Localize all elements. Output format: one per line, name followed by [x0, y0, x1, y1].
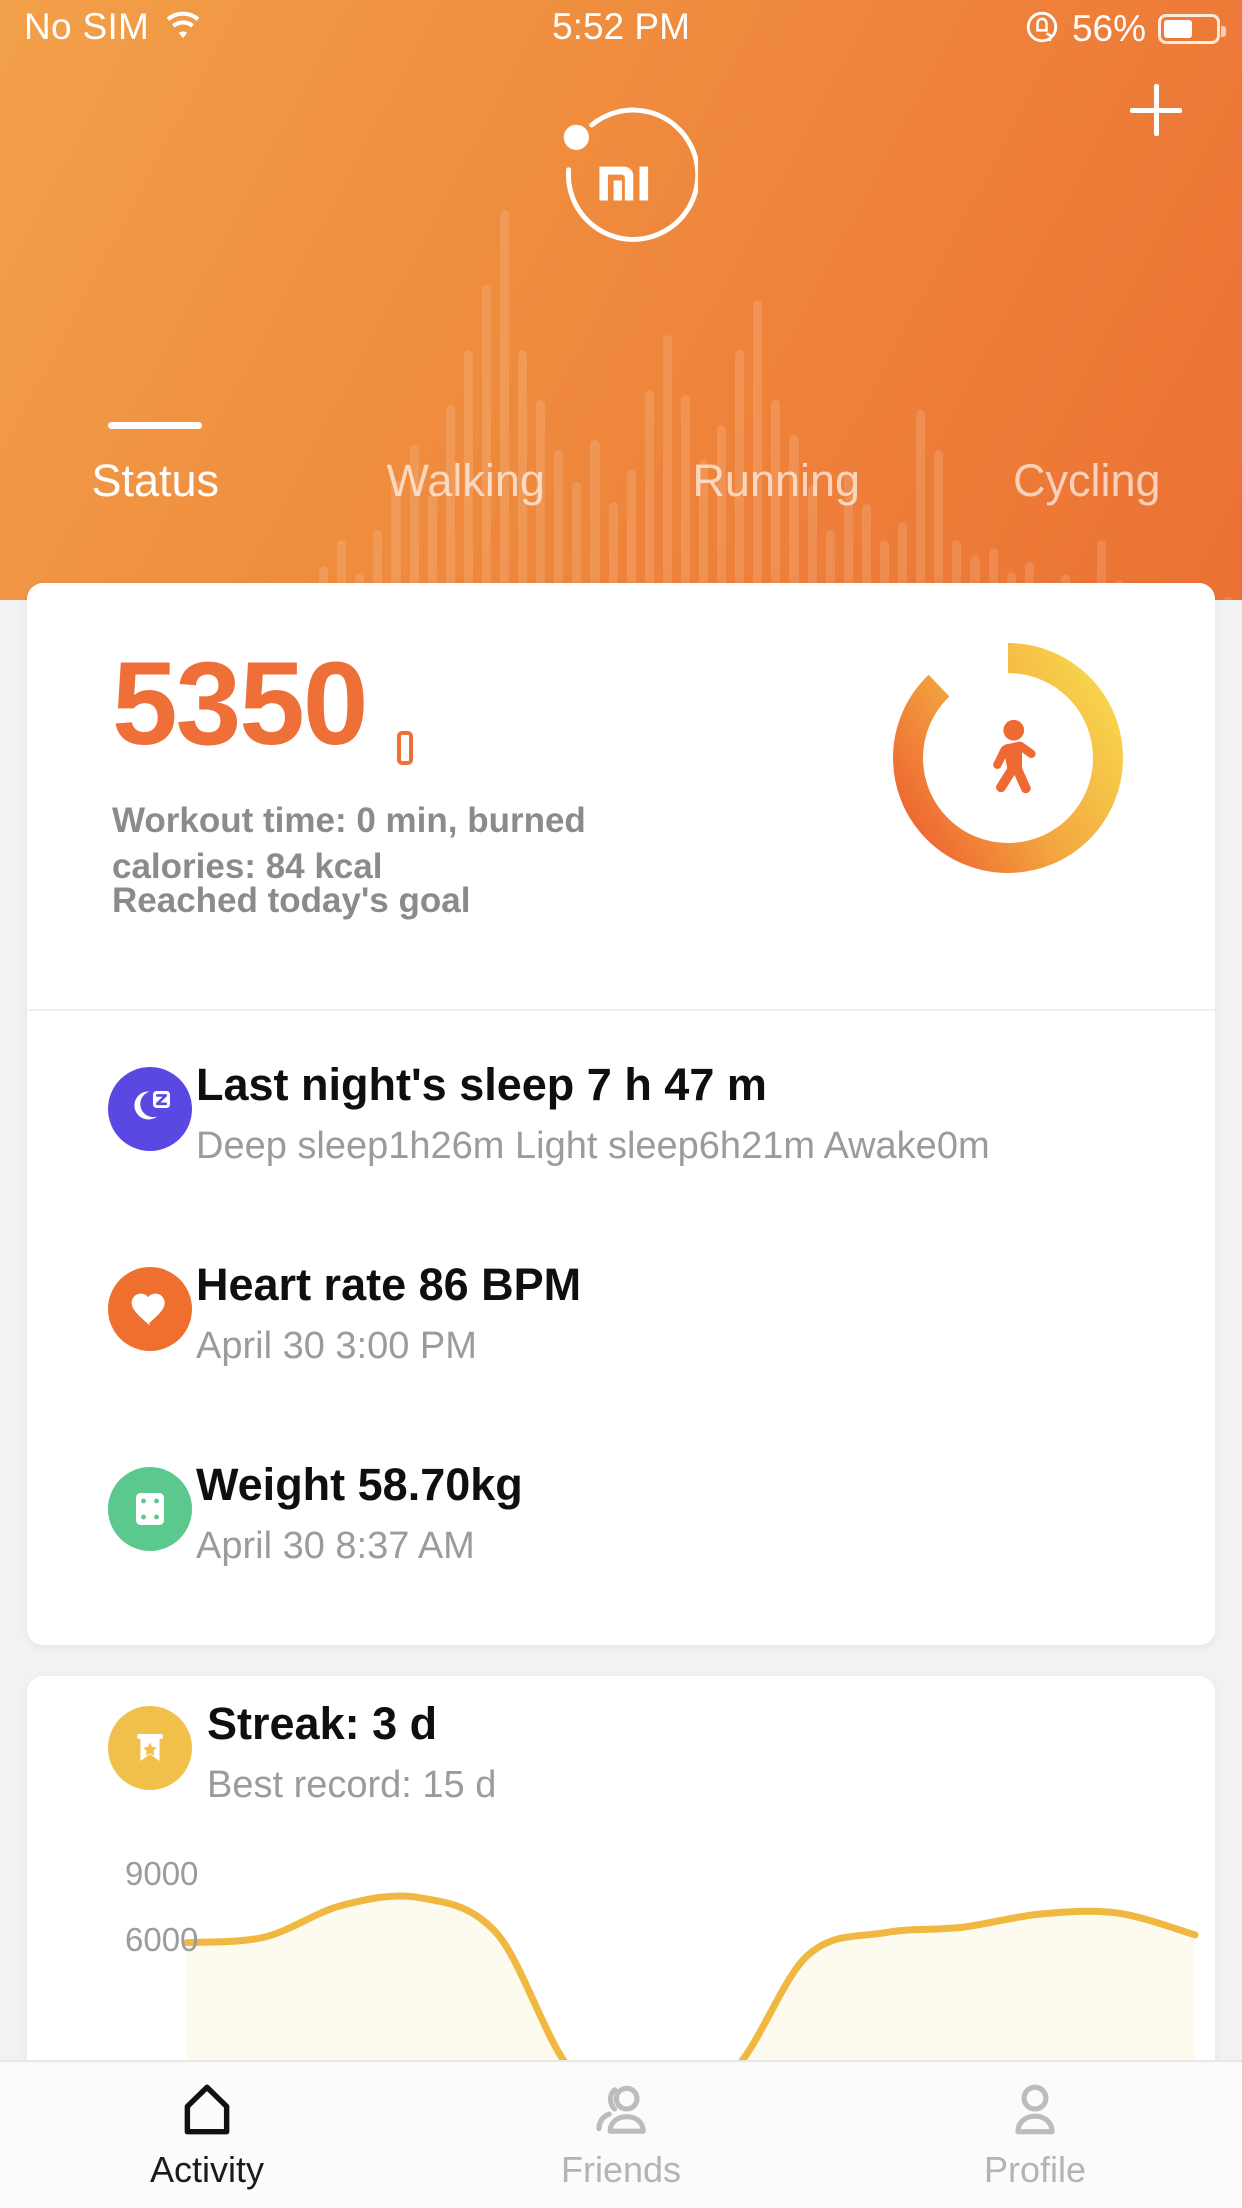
app-root: No SIM 5:52 PM 56% Status Walking Runnin… — [0, 0, 1242, 2208]
tab-running[interactable]: Running — [621, 455, 932, 507]
header-banner: No SIM 5:52 PM 56% Status Walking Runnin… — [0, 0, 1242, 600]
steps-history-chart[interactable]: 9000 6000 — [27, 1826, 1215, 2076]
metrics-list: Last night's sleep 7 h 47 m Deep sleep1h… — [27, 1011, 1215, 1629]
streak-card[interactable]: Streak: 3 d Best record: 15 d 9000 6000 — [27, 1676, 1215, 2106]
tab-active-underline — [108, 422, 203, 429]
metric-title: Heart rate 86 BPM — [196, 1259, 582, 1310]
chart-svg — [27, 1892, 1215, 2076]
profile-icon — [1004, 2079, 1066, 2141]
tab-walking[interactable]: Walking — [311, 455, 622, 507]
chart-ytick-label: 6000 — [125, 1920, 199, 1958]
goal-status-label: Reached today's goal — [112, 881, 471, 920]
steps-summary-section[interactable]: 5350 Workout time: 0 min, burned calorie… — [27, 583, 1215, 1011]
metric-subtitle: April 30 3:00 PM — [196, 1325, 477, 1367]
tab-cycling[interactable]: Cycling — [932, 455, 1242, 507]
metric-title: Weight 58.70kg — [196, 1459, 523, 1510]
rotation-lock-icon — [1024, 9, 1060, 50]
metric-subtitle: Deep sleep1h26m Light sleep6h21m Awake0m — [196, 1125, 990, 1167]
tab-running-label: Running — [692, 455, 861, 506]
nav-item-label: Activity — [149, 2149, 264, 2190]
battery-percent-label: 56% — [1071, 8, 1146, 49]
walking-person-icon — [962, 712, 1054, 804]
sleep-moon-icon — [108, 1067, 192, 1151]
streak-row: Streak: 3 d Best record: 15 d — [27, 1676, 1215, 1826]
metric-row-sleep[interactable]: Last night's sleep 7 h 47 m Deep sleep1h… — [27, 1029, 1215, 1229]
nav-item-activity[interactable]: Activity — [0, 2062, 414, 2208]
battery-icon — [1158, 14, 1226, 44]
metric-subtitle: April 30 8:37 AM — [196, 1525, 475, 1567]
nav-item-label: Profile — [983, 2149, 1087, 2190]
status-bar: No SIM 5:52 PM 56% — [0, 0, 1242, 62]
tab-walking-label: Walking — [386, 455, 545, 506]
streak-title: Streak: 3 d — [207, 1698, 438, 1749]
header-tabs: Status Walking Running Cycling — [0, 422, 1242, 507]
add-button[interactable] — [1114, 68, 1198, 152]
metric-title: Last night's sleep 7 h 47 m — [196, 1059, 767, 1110]
mi-logo — [544, 105, 698, 259]
workout-summary-label: Workout time: 0 min, burned calories: 84… — [112, 801, 586, 887]
nav-item-friends[interactable]: Friends — [414, 2062, 828, 2208]
home-icon — [176, 2079, 238, 2141]
heart-icon — [108, 1267, 192, 1351]
tab-status[interactable]: Status — [0, 422, 311, 507]
badge-star-icon — [108, 1706, 192, 1790]
mi-band-icon — [397, 731, 413, 765]
nav-item-profile[interactable]: Profile — [828, 2062, 1242, 2208]
tab-status-label: Status — [91, 455, 220, 506]
streak-subtitle: Best record: 15 d — [207, 1764, 497, 1806]
chart-ytick-label: 9000 — [125, 1854, 199, 1892]
activity-card: 5350 Workout time: 0 min, burned calorie… — [27, 583, 1215, 1645]
weight-scale-icon — [108, 1467, 192, 1551]
nav-item-label: Friends — [560, 2149, 682, 2190]
metric-row-heart-rate[interactable]: Heart rate 86 BPM April 30 3:00 PM — [27, 1229, 1215, 1429]
step-count: 5350 — [112, 638, 369, 770]
steps-progress-ring — [888, 638, 1128, 878]
friends-icon — [590, 2079, 652, 2141]
status-bar-right: 56% — [1024, 8, 1226, 50]
tab-cycling-label: Cycling — [1012, 455, 1161, 506]
metric-row-weight[interactable]: Weight 58.70kg April 30 8:37 AM — [27, 1429, 1215, 1629]
bottom-navigation: Activity Friends Profile — [0, 2060, 1242, 2208]
